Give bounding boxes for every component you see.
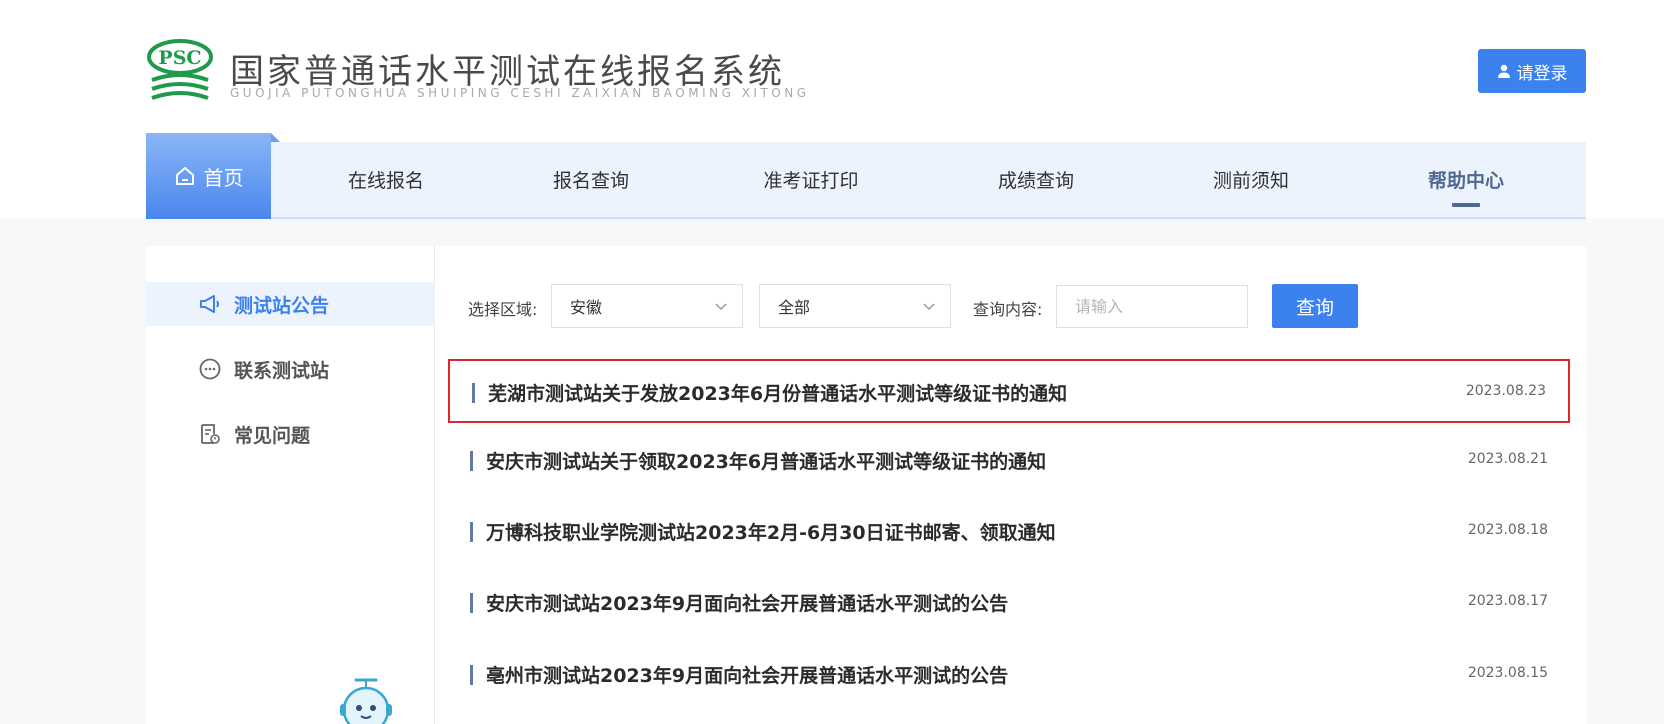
site-subtitle: GUOJIA PUTONGHUA SHUIPING CESHI ZAIXIAN … bbox=[230, 86, 810, 100]
region-select-value: 安徽 bbox=[570, 298, 603, 317]
list-item-marker bbox=[470, 451, 473, 471]
psc-logo-icon: PSC bbox=[147, 39, 213, 100]
search-button[interactable]: 查询 bbox=[1272, 284, 1358, 328]
news-title[interactable]: 芜湖市测试站关于发放2023年6月份普通话水平测试等级证书的通知 bbox=[488, 379, 1067, 406]
faq-doc-icon bbox=[201, 424, 220, 444]
list-item[interactable]: 亳州市测试站2023年9月面向社会开展普通话水平测试的公告 2023.08.15 bbox=[448, 643, 1570, 707]
news-date: 2023.08.17 bbox=[1467, 593, 1548, 609]
site-logo[interactable]: PSC 国家普通话水平测试在线报名系统 GUOJIA PUTONGHUA SHU… bbox=[146, 38, 806, 108]
nav-admission-print[interactable]: 准考证打印 bbox=[721, 142, 901, 217]
news-title[interactable]: 亳州市测试站2023年9月面向社会开展普通话水平测试的公告 bbox=[486, 661, 1008, 688]
region-select[interactable]: 安徽 bbox=[551, 284, 743, 328]
news-title[interactable]: 安庆市测试站2023年9月面向社会开展普通话水平测试的公告 bbox=[486, 589, 1008, 616]
chevron-down-icon bbox=[715, 303, 727, 311]
nav-home-label: 首页 bbox=[203, 165, 244, 190]
nav-help-center[interactable]: 帮助中心 bbox=[1376, 142, 1556, 217]
svg-text:PSC: PSC bbox=[158, 47, 201, 69]
nav-register-query[interactable]: 报名查询 bbox=[501, 142, 681, 217]
megaphone-icon bbox=[200, 295, 219, 313]
list-item[interactable]: 芜湖市测试站关于发放2023年6月份普通话水平测试等级证书的通知 2023.08… bbox=[448, 359, 1570, 423]
news-title[interactable]: 安庆市测试站关于领取2023年6月普通话水平测试等级证书的通知 bbox=[486, 447, 1046, 474]
content-panel: 测试站公告 联系测试站 常见问题 选择区域: 安徽 全部 查询内容: 请输入 查… bbox=[146, 246, 1586, 724]
chat-icon bbox=[199, 358, 221, 380]
sidebar: 测试站公告 联系测试站 常见问题 bbox=[146, 246, 435, 724]
nav-online-register[interactable]: 在线报名 bbox=[296, 142, 476, 217]
nav-pretest-notice[interactable]: 测前须知 bbox=[1161, 142, 1341, 217]
sidebar-item-contact[interactable]: 联系测试站 bbox=[146, 347, 435, 391]
robot-assistant-icon[interactable] bbox=[334, 676, 398, 724]
user-icon bbox=[1497, 64, 1510, 78]
list-item[interactable]: 万博科技职业学院测试站2023年2月-6月30日证书邮寄、领取通知 2023.0… bbox=[448, 500, 1570, 564]
list-item-marker bbox=[472, 383, 475, 403]
main-nav: 首页 在线报名 报名查询 准考证打印 成绩查询 测前须知 帮助中心 bbox=[146, 133, 1586, 219]
scope-select[interactable]: 全部 bbox=[759, 284, 951, 328]
list-item-marker bbox=[470, 593, 473, 613]
sidebar-item-label: 联系测试站 bbox=[234, 359, 330, 382]
login-label: 请登录 bbox=[1516, 63, 1568, 84]
chevron-down-icon bbox=[923, 303, 935, 311]
news-title[interactable]: 万博科技职业学院测试站2023年2月-6月30日证书邮寄、领取通知 bbox=[486, 518, 1056, 545]
list-item[interactable]: 安庆市测试站2023年9月面向社会开展普通话水平测试的公告 2023.08.17 bbox=[448, 571, 1570, 635]
sidebar-item-label: 测试站公告 bbox=[234, 294, 330, 317]
sidebar-item-announcements[interactable]: 测试站公告 bbox=[146, 282, 435, 326]
news-date: 2023.08.23 bbox=[1465, 383, 1546, 399]
nav-home[interactable]: 首页 bbox=[146, 133, 280, 219]
list-item-marker bbox=[470, 665, 473, 685]
list-item[interactable]: 安庆市测试站关于领取2023年6月普通话水平测试等级证书的通知 2023.08.… bbox=[448, 429, 1570, 493]
news-date: 2023.08.18 bbox=[1467, 522, 1548, 538]
sidebar-item-faq[interactable]: 常见问题 bbox=[146, 412, 435, 456]
login-button[interactable]: 请登录 bbox=[1478, 49, 1586, 93]
sidebar-item-label: 常见问题 bbox=[234, 424, 311, 447]
list-item-marker bbox=[470, 522, 473, 542]
news-date: 2023.08.15 bbox=[1467, 665, 1548, 681]
nav-score-query[interactable]: 成绩查询 bbox=[946, 142, 1126, 217]
scope-select-value: 全部 bbox=[778, 298, 811, 317]
news-date: 2023.08.21 bbox=[1467, 451, 1548, 467]
header-area: PSC 国家普通话水平测试在线报名系统 GUOJIA PUTONGHUA SHU… bbox=[0, 0, 1664, 219]
home-icon bbox=[175, 167, 194, 185]
region-label: 选择区域: bbox=[468, 300, 538, 319]
query-label: 查询内容: bbox=[973, 300, 1043, 319]
query-input[interactable] bbox=[1056, 285, 1248, 328]
